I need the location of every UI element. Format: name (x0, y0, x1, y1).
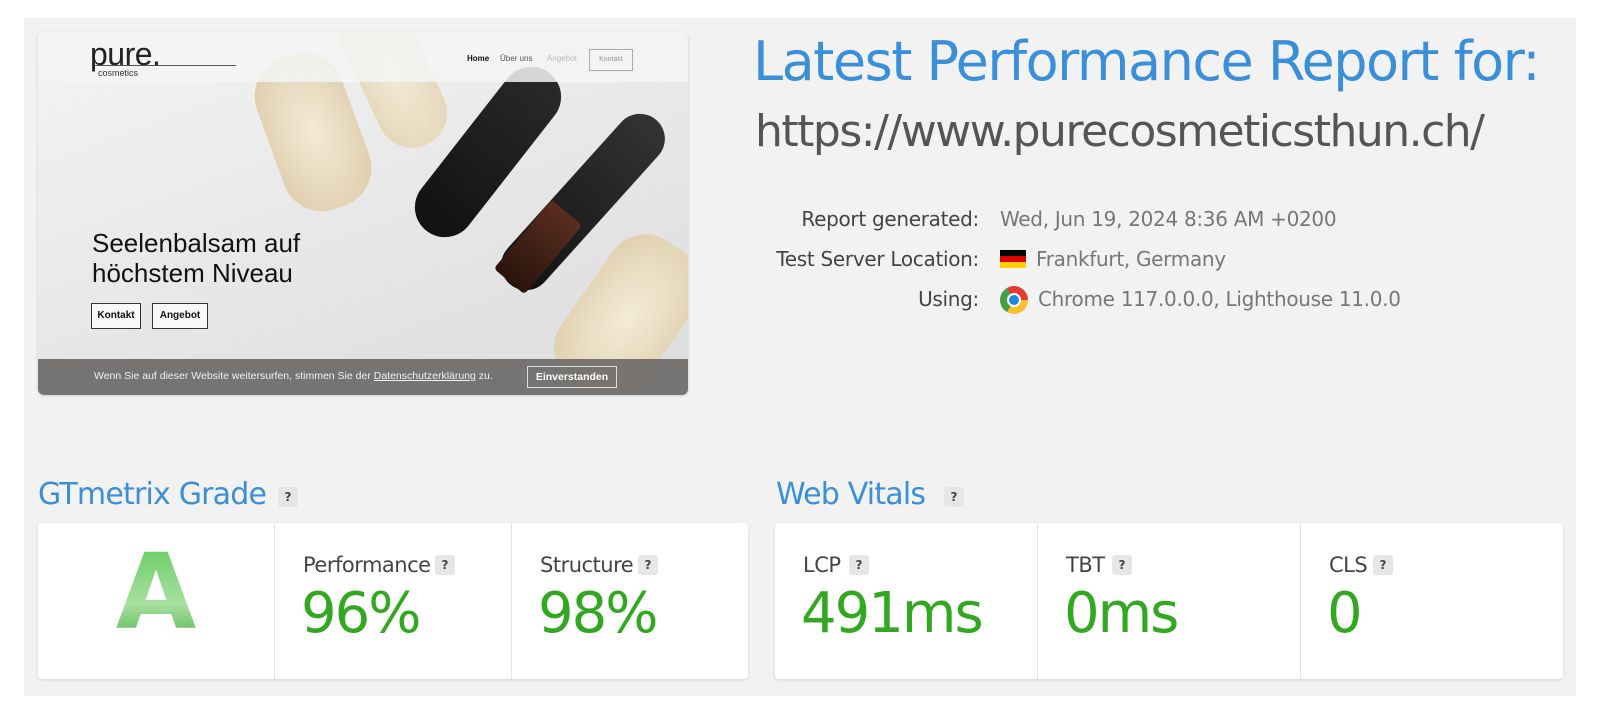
site-kontakt-button[interactable]: Kontakt (91, 303, 141, 329)
structure-help-icon[interactable]: ? (638, 555, 658, 575)
performance-label: Performance (303, 553, 431, 577)
cls-help-icon[interactable]: ? (1373, 555, 1393, 575)
tbt-help-icon[interactable]: ? (1112, 555, 1132, 575)
vitals-help-icon[interactable]: ? (944, 487, 964, 507)
cookie-banner: Wenn Sie auf dieser Website weitersurfen… (38, 359, 688, 395)
report-generated-value: Wed, Jun 19, 2024 8:36 AM +0200 (1000, 207, 1337, 231)
site-menu-home[interactable]: Home (467, 54, 489, 63)
site-headline: Seelenbalsam auf höchstem Niveau (92, 228, 301, 288)
site-menu-contact[interactable]: Kontakt (589, 49, 633, 71)
using-value: Chrome 117.0.0.0, Lighthouse 11.0.0 (1038, 287, 1401, 311)
site-logo-sub: cosmetics (98, 68, 139, 78)
report-generated-label: Report generated: (801, 207, 979, 231)
grade-card: A Performance ? 96% Structure ? 98% (38, 523, 748, 679)
server-location-value: Frankfurt, Germany (1036, 247, 1226, 271)
server-location-label: Test Server Location: (776, 247, 979, 271)
gtmetrix-grade-title: GTmetrix Grade (38, 477, 267, 512)
structure-label: Structure (540, 553, 634, 577)
logo-underline (94, 65, 236, 66)
tbt-label: TBT (1066, 553, 1105, 577)
grade-cell: A (38, 523, 274, 679)
site-menu-offer[interactable]: Angebot (547, 54, 577, 63)
performance-cell: Performance ? 96% (274, 523, 512, 679)
performance-value: 96% (301, 581, 421, 646)
structure-value: 98% (538, 581, 658, 646)
cookie-text: Wenn Sie auf dieser Website weitersurfen… (94, 370, 493, 382)
website-screenshot[interactable]: pure. cosmetics Home Über uns Angebot Ko… (38, 32, 688, 395)
lcp-label: LCP (803, 553, 841, 577)
cls-cell: CLS ? 0 (1300, 523, 1564, 679)
site-menu-about[interactable]: Über uns (500, 54, 532, 63)
structure-cell: Structure ? 98% (511, 523, 749, 679)
performance-help-icon[interactable]: ? (435, 555, 455, 575)
cls-value: 0 (1327, 581, 1363, 646)
grade-letter: A (38, 531, 274, 653)
cookie-accept-button[interactable]: Einverstanden (527, 366, 617, 388)
report-title: Latest Performance Report for: (753, 30, 1541, 93)
using-label: Using: (918, 287, 979, 311)
privacy-link[interactable]: Datenschutzerklärung (374, 370, 476, 382)
lcp-value: 491ms (801, 581, 984, 646)
site-angebot-button[interactable]: Angebot (152, 303, 208, 329)
lcp-help-icon[interactable]: ? (849, 555, 869, 575)
tbt-value: 0ms (1064, 581, 1179, 646)
web-vitals-title: Web Vitals (776, 477, 926, 512)
report-url[interactable]: https://www.purecosmeticsthun.ch/ (755, 106, 1485, 157)
tbt-cell: TBT ? 0ms (1037, 523, 1301, 679)
cls-label: CLS (1329, 553, 1368, 577)
grade-help-icon[interactable]: ? (278, 487, 298, 507)
vitals-card: LCP ? 491ms TBT ? 0ms CLS ? 0 (775, 523, 1563, 679)
germany-flag-icon (1000, 250, 1026, 268)
lcp-cell: LCP ? 491ms (775, 523, 1037, 679)
chrome-icon (1000, 286, 1028, 314)
